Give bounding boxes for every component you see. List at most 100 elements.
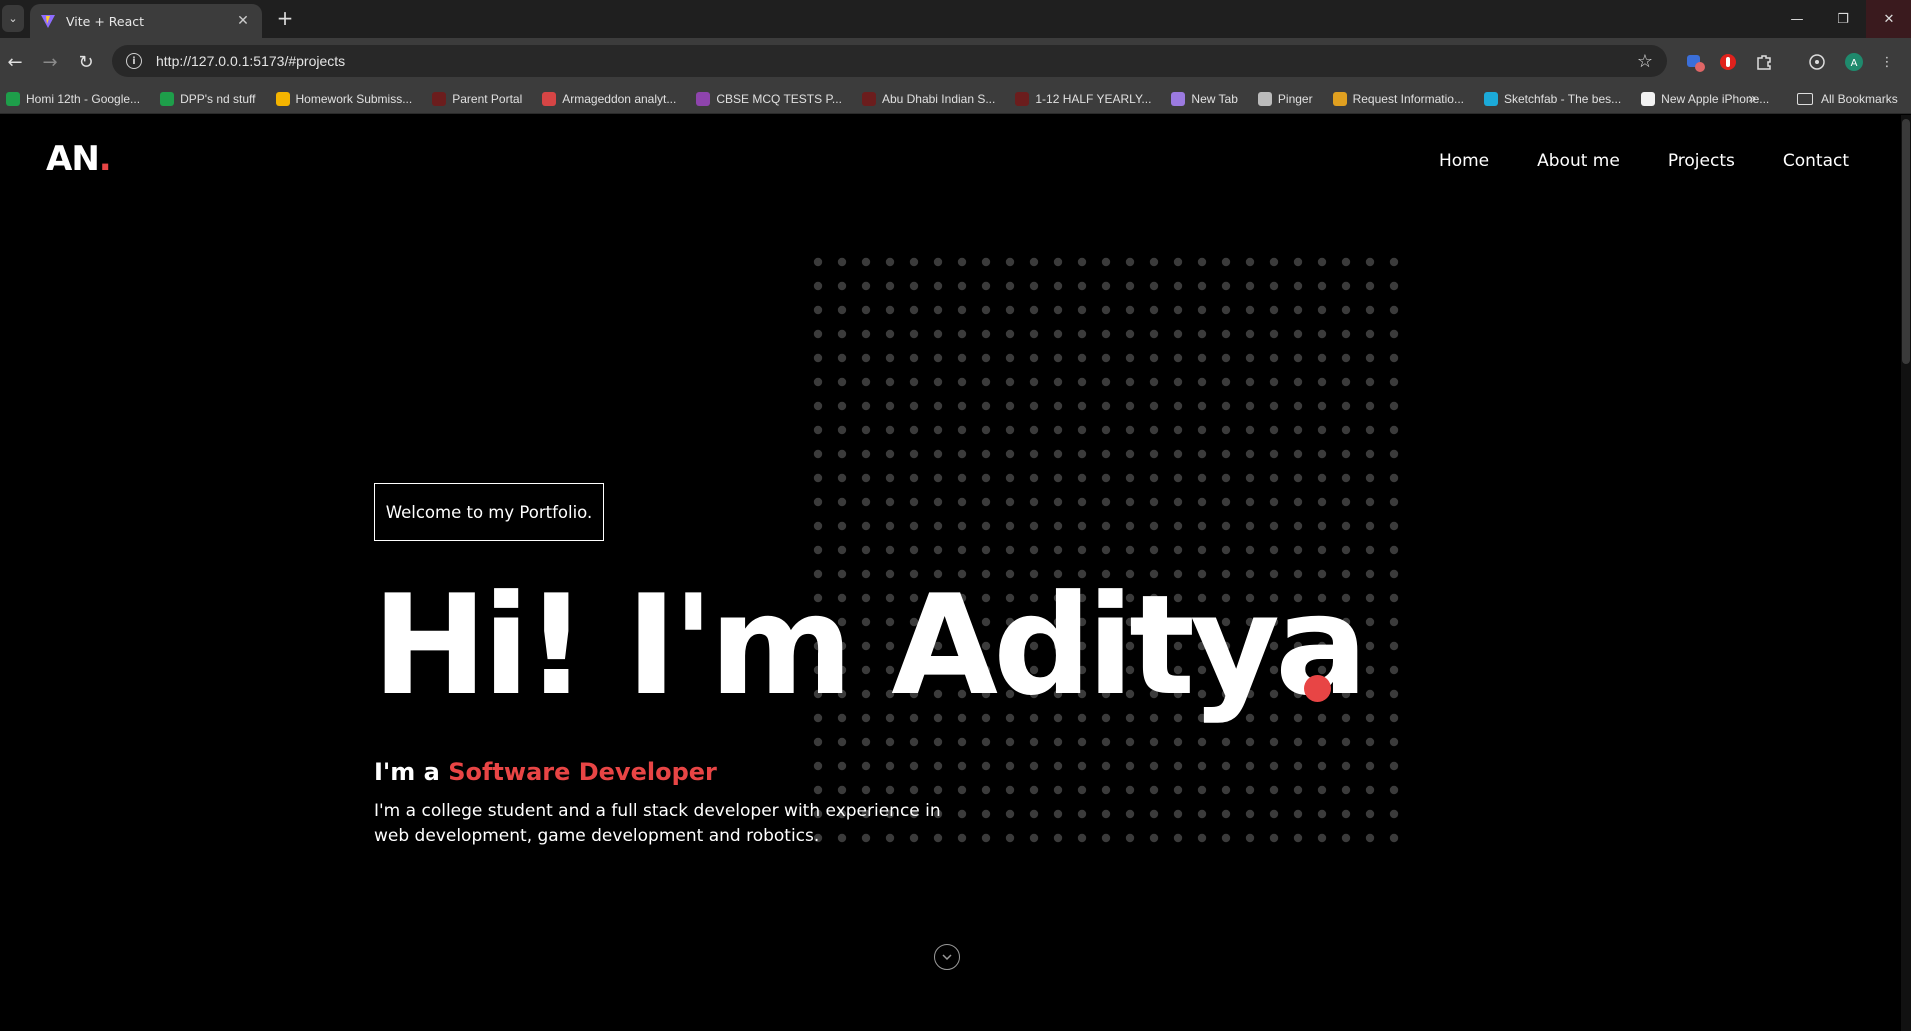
address-url[interactable]: http://127.0.0.1:5173/#projects <box>156 53 1637 69</box>
window-restore-button[interactable]: ❐ <box>1820 0 1866 38</box>
grid-dot <box>813 281 823 291</box>
page-scrollbar[interactable] <box>1901 115 1911 1031</box>
grid-dot <box>861 353 871 363</box>
forward-arrow-icon[interactable]: → <box>37 49 63 75</box>
back-arrow-icon[interactable]: ← <box>2 49 28 75</box>
adblock-extension-icon[interactable] <box>1717 51 1739 73</box>
grid-dot <box>1173 449 1183 459</box>
grid-dot <box>957 329 967 339</box>
translate-extension-icon[interactable] <box>1684 51 1706 73</box>
bookmark-item[interactable]: Homi 12th - Google... <box>6 91 140 106</box>
grid-dot <box>1389 425 1399 435</box>
grid-dot <box>1389 305 1399 315</box>
nav-contact-link[interactable]: Contact <box>1783 151 1849 171</box>
grid-dot <box>813 785 823 795</box>
window-close-button[interactable]: ✕ <box>1866 0 1911 38</box>
grid-dot <box>957 401 967 411</box>
grid-dot <box>1365 449 1375 459</box>
bookmark-item[interactable]: Abu Dhabi Indian S... <box>861 91 995 106</box>
grid-dot <box>1389 689 1399 699</box>
grid-dot <box>1029 761 1039 771</box>
bookmark-item[interactable]: 1-12 HALF YEARLY... <box>1015 91 1151 106</box>
grid-dot <box>933 545 943 555</box>
bookmark-item[interactable]: New Tab <box>1171 91 1238 106</box>
site-logo[interactable]: AN. <box>46 139 112 179</box>
grid-dot <box>1293 281 1303 291</box>
grid-dot <box>1317 473 1327 483</box>
grid-dot <box>1245 353 1255 363</box>
bookmark-item[interactable]: Homework Submiss... <box>275 91 412 106</box>
grid-dot <box>1005 521 1015 531</box>
grid-dot <box>1269 497 1279 507</box>
nav-about-link[interactable]: About me <box>1537 151 1620 171</box>
grid-dot <box>1317 761 1327 771</box>
tab-search-button[interactable]: ⌄ <box>2 5 24 32</box>
grid-dot <box>1077 257 1087 267</box>
grid-dot <box>1245 329 1255 339</box>
grid-dot <box>1029 521 1039 531</box>
media-controls-icon[interactable] <box>1806 51 1828 73</box>
all-bookmarks-button[interactable]: All Bookmarks <box>1797 84 1898 114</box>
grid-dot <box>885 761 895 771</box>
nav-home-link[interactable]: Home <box>1439 151 1489 171</box>
scroll-down-icon[interactable] <box>934 944 960 970</box>
extensions-puzzle-icon[interactable] <box>1753 51 1775 73</box>
grid-dot <box>1269 425 1279 435</box>
bookmark-item[interactable]: Sketchfab - The bes... <box>1483 91 1621 106</box>
grid-dot <box>1365 593 1375 603</box>
grid-dot <box>861 425 871 435</box>
grid-dot <box>1365 281 1375 291</box>
reload-icon[interactable]: ↻ <box>73 49 99 75</box>
grid-dot <box>1365 809 1375 819</box>
grid-dot <box>1221 329 1231 339</box>
grid-dot <box>1245 401 1255 411</box>
grid-dot <box>1173 497 1183 507</box>
grid-dot <box>1173 257 1183 267</box>
grid-dot <box>909 737 919 747</box>
bookmark-item[interactable]: DPP's nd stuff <box>160 91 256 106</box>
menu-kebab-icon[interactable]: ⋮ <box>1876 51 1898 73</box>
address-bar[interactable]: i http://127.0.0.1:5173/#projects ☆ <box>112 45 1667 77</box>
grid-dot <box>1125 377 1135 387</box>
scrollbar-thumb[interactable] <box>1902 119 1910 364</box>
grid-dot <box>837 425 847 435</box>
grid-dot <box>1365 665 1375 675</box>
bookmark-item[interactable]: Request Informatio... <box>1332 91 1464 106</box>
grid-dot <box>1341 425 1351 435</box>
grid-dot <box>1053 761 1063 771</box>
grid-dot <box>981 281 991 291</box>
bookmarks-overflow-icon[interactable]: » <box>1748 84 1757 114</box>
new-tab-button[interactable]: + <box>274 7 296 29</box>
grid-dot <box>813 737 823 747</box>
bookmark-item[interactable]: Pinger <box>1257 91 1313 106</box>
window-minimize-button[interactable]: — <box>1774 0 1820 38</box>
grid-dot <box>1269 449 1279 459</box>
grid-dot <box>1293 473 1303 483</box>
grid-dot <box>1293 449 1303 459</box>
grid-dot <box>1341 473 1351 483</box>
bookmark-item[interactable]: Armageddon analyt... <box>542 91 676 106</box>
grid-dot <box>837 449 847 459</box>
hero-title-accent-dot <box>1304 675 1331 702</box>
grid-dot <box>1101 329 1111 339</box>
role-prefix: I'm a <box>374 758 449 786</box>
site-info-icon[interactable]: i <box>126 53 142 69</box>
grid-dot <box>1053 833 1063 843</box>
grid-dot <box>933 401 943 411</box>
bookmark-item[interactable]: Parent Portal <box>432 91 522 106</box>
bookmark-star-icon[interactable]: ☆ <box>1637 51 1653 72</box>
profile-avatar[interactable]: A <box>1843 51 1865 73</box>
grid-dot <box>1365 353 1375 363</box>
grid-dot <box>1245 425 1255 435</box>
nav-projects-link[interactable]: Projects <box>1668 151 1735 171</box>
bookmark-item[interactable]: CBSE MCQ TESTS P... <box>696 91 842 106</box>
grid-dot <box>1173 809 1183 819</box>
grid-dot <box>1053 425 1063 435</box>
grid-dot <box>1125 401 1135 411</box>
bookmark-favicon-icon <box>861 91 876 106</box>
grid-dot <box>1029 737 1039 747</box>
grid-dot <box>1365 641 1375 651</box>
tab-close-icon[interactable]: ✕ <box>234 13 252 29</box>
bookmarks-bar: Homi 12th - Google... DPP's nd stuff Homew… <box>0 84 1911 114</box>
browser-tab[interactable]: Vite + React ✕ <box>30 4 262 38</box>
